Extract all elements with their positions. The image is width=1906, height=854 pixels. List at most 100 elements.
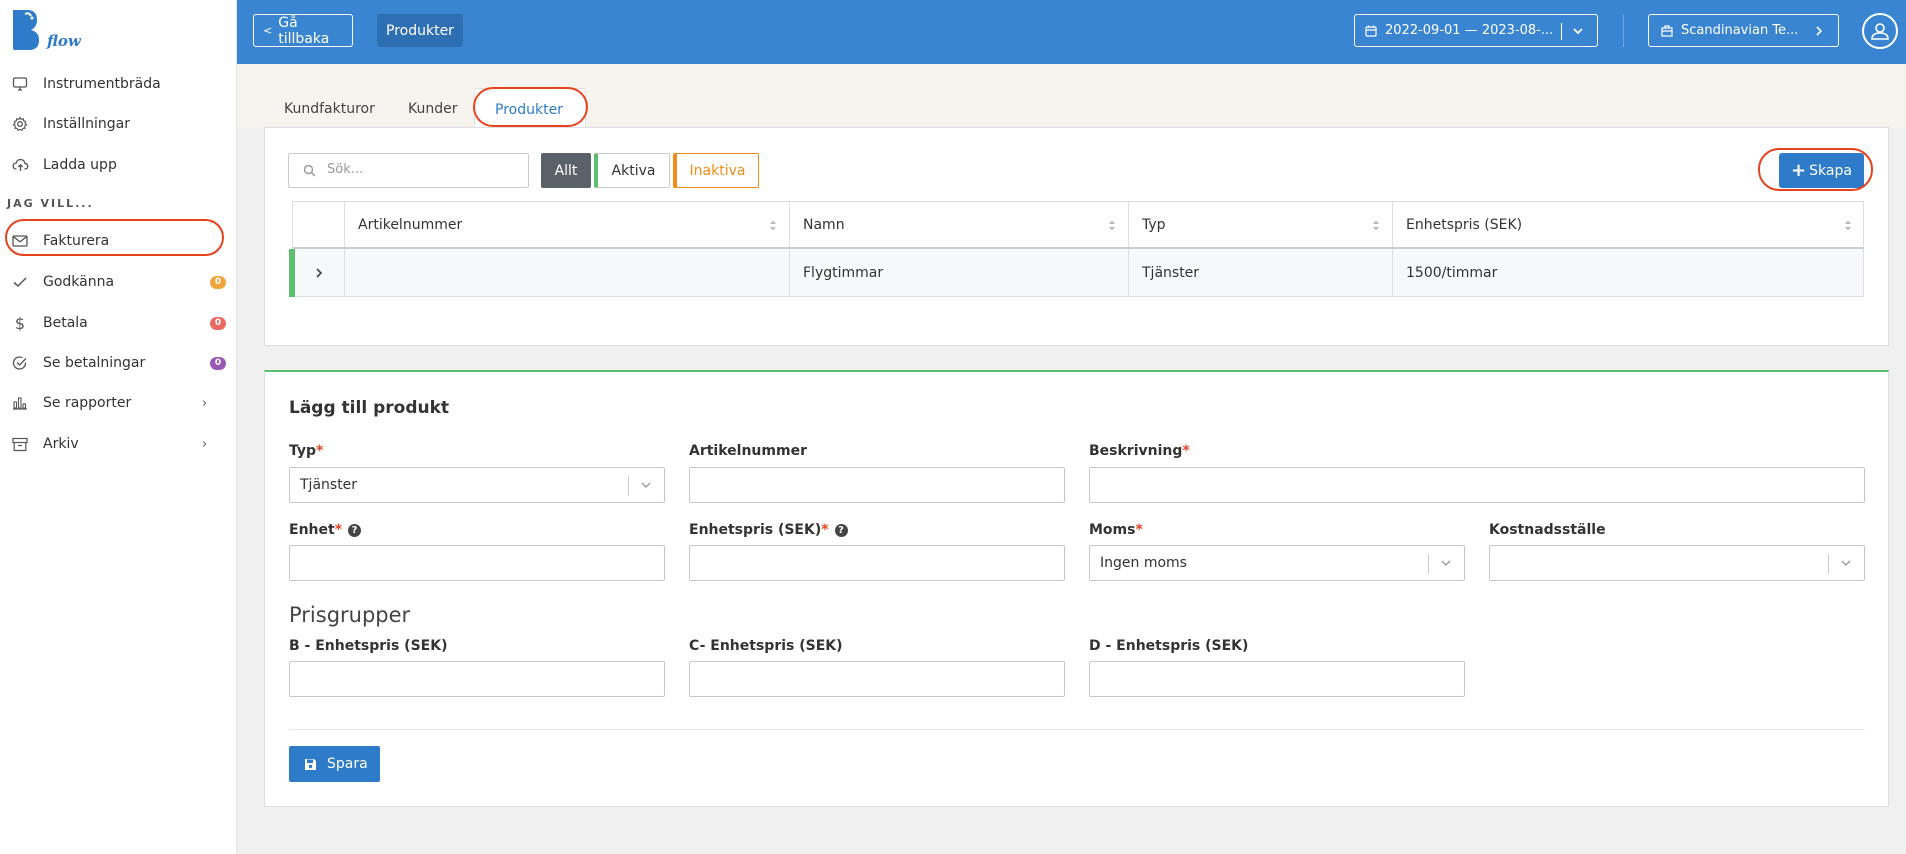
brand-logo[interactable]: flow [11, 8, 81, 52]
typ-select[interactable]: Tjänster [289, 467, 665, 503]
tab-kundfakturor[interactable]: Kundfakturor [284, 101, 375, 117]
artikelnummer-input[interactable] [689, 467, 1065, 503]
sidebar-item-ladda-upp[interactable]: Ladda upp [0, 147, 237, 183]
save-button[interactable]: Spara [289, 746, 380, 782]
help-icon[interactable]: ? [834, 524, 848, 537]
enhet-input[interactable] [289, 545, 665, 581]
label-d-enhetspris: D - Enhetspris (SEK) [1089, 638, 1249, 654]
column-header-label: Namn [803, 216, 845, 233]
label-moms: Moms* [1089, 522, 1143, 538]
create-button[interactable]: + Skapa [1779, 153, 1864, 188]
chevron-right-icon [315, 267, 322, 278]
column-header-label: Enhetspris (SEK) [1406, 216, 1523, 233]
create-button-label: Skapa [1809, 162, 1852, 179]
sort-icon [1845, 220, 1851, 231]
breadcrumb-current: Produkter [377, 14, 463, 47]
floppy-disk-icon [304, 758, 317, 771]
filter-inactive-button[interactable]: Inaktiva [673, 153, 759, 188]
user-icon [1869, 20, 1891, 42]
chevron-right-icon: › [202, 436, 208, 452]
cloud-upload-icon [11, 156, 29, 174]
chevron-down-icon [1571, 24, 1585, 38]
cell-typ: Tjänster [1128, 249, 1392, 296]
label-kostnadsstalle: Kostnadsställe [1489, 522, 1606, 538]
sidebar-item-label: Instrumentbräda [43, 76, 161, 92]
table-header-row: Artikelnummer Namn Typ Enhetspris (SEK) [292, 201, 1864, 249]
products-table: Artikelnummer Namn Typ Enhetspris (SEK) … [289, 201, 1864, 297]
cell-artikelnummer [344, 249, 789, 296]
sort-icon [1373, 220, 1379, 231]
sidebar-item-label: Se rapporter [43, 395, 132, 411]
company-selector[interactable]: Scandinavian Te... [1648, 14, 1839, 47]
cell-enhetspris: 1500/timmar [1392, 249, 1864, 296]
moms-select[interactable]: Ingen moms [1089, 545, 1465, 581]
mail-icon [11, 232, 29, 250]
search-icon [303, 164, 316, 177]
topbar: < Gå tillbaka Produkter 2022-09-01 — 202… [237, 0, 1906, 64]
company-name: Scandinavian Te... [1681, 23, 1799, 38]
chevron-down-icon [641, 482, 651, 488]
c-enhetspris-input[interactable] [689, 661, 1065, 697]
search-input[interactable] [327, 162, 517, 177]
prisgrupper-heading: Prisgrupper [289, 603, 411, 627]
chevron-left-icon: < [263, 24, 273, 37]
help-icon[interactable]: ? [348, 524, 362, 537]
date-range-value: 2022-09-01 — 2023-08-... [1385, 23, 1554, 38]
chevron-down-icon [1441, 560, 1451, 566]
select-divider [1428, 554, 1429, 574]
column-header-enhetspris[interactable]: Enhetspris (SEK) [1392, 202, 1864, 247]
user-avatar-button[interactable] [1862, 13, 1898, 49]
column-header-label: Typ [1142, 216, 1166, 233]
sidebar-item-godkanna[interactable]: Godkänna 0 [0, 264, 237, 300]
sidebar-item-instrumentbrada[interactable]: Instrumentbräda [0, 66, 237, 102]
sort-icon [770, 220, 776, 231]
b-enhetspris-input[interactable] [289, 661, 665, 697]
expand-row-button[interactable] [293, 249, 344, 296]
kostnadsstalle-select[interactable] [1489, 545, 1865, 581]
plus-icon: + [1791, 159, 1807, 181]
d-enhetspris-input[interactable] [1089, 661, 1465, 697]
column-header-label: Artikelnummer [358, 216, 463, 233]
chevron-down-icon [1841, 560, 1851, 566]
filter-all-button[interactable]: Allt [541, 153, 591, 188]
sort-icon [1109, 220, 1115, 231]
enhetspris-input[interactable] [689, 545, 1065, 581]
label-b-enhetspris: B - Enhetspris (SEK) [289, 638, 448, 654]
table-row[interactable]: Flygtimmar Tjänster 1500/timmar [289, 249, 1864, 297]
back-button[interactable]: < Gå tillbaka [253, 14, 353, 47]
sidebar-item-se-rapporter[interactable]: Se rapporter › [0, 385, 237, 421]
sidebar-item-arkiv[interactable]: Arkiv › [0, 426, 237, 462]
sidebar-item-label: Inställningar [43, 116, 131, 132]
sidebar-item-label: Godkänna [43, 274, 115, 290]
monitor-icon [11, 75, 29, 93]
check-circle-icon [11, 354, 29, 372]
cell-namn: Flygtimmar [789, 249, 1128, 296]
column-header-namn[interactable]: Namn [789, 202, 1128, 247]
badge-count: 0 [210, 275, 226, 289]
section-label-jag-vill: JAG VILL... [7, 197, 94, 210]
tab-kunder[interactable]: Kunder [408, 101, 458, 117]
select-divider [628, 476, 629, 496]
column-header-typ[interactable]: Typ [1128, 202, 1392, 247]
sidebar-item-betala[interactable]: $ Betala 0 [0, 305, 237, 341]
tab-produkter[interactable]: Produkter [495, 102, 563, 118]
back-button-label: Gå tillbaka [278, 14, 330, 47]
logo-text: flow [47, 32, 81, 50]
label-enhet: Enhet*? [289, 522, 362, 538]
sidebar-item-label: Fakturera [43, 233, 110, 249]
sidebar-item-label: Betala [43, 315, 88, 331]
date-range-picker[interactable]: 2022-09-01 — 2023-08-... [1354, 14, 1598, 47]
chevron-right-icon: › [202, 395, 208, 411]
select-divider [1828, 554, 1829, 574]
sidebar-item-fakturera[interactable]: Fakturera [0, 223, 237, 259]
filter-active-button[interactable]: Aktiva [594, 153, 670, 188]
calendar-icon [1365, 25, 1377, 37]
search-field[interactable] [288, 153, 529, 188]
label-c-enhetspris: C- Enhetspris (SEK) [689, 638, 843, 654]
moms-select-value: Ingen moms [1100, 555, 1187, 571]
sidebar-item-installningar[interactable]: Inställningar [0, 106, 237, 142]
beskrivning-input[interactable] [1089, 467, 1865, 503]
sidebar-item-se-betalningar[interactable]: Se betalningar 0 [0, 345, 237, 381]
label-artikelnummer: Artikelnummer [689, 443, 807, 459]
column-header-artikelnummer[interactable]: Artikelnummer [344, 202, 789, 247]
